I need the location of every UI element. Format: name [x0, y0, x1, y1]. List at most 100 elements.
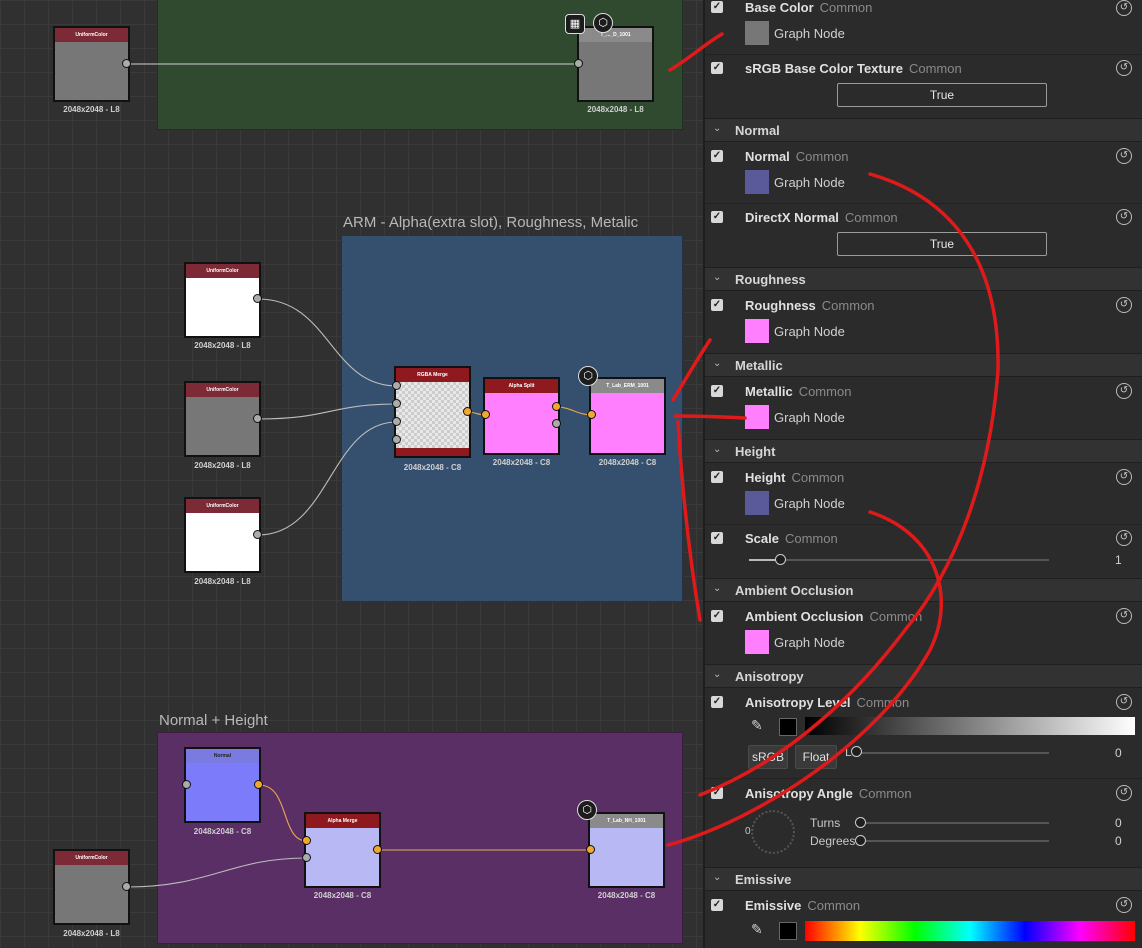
- reset-icon[interactable]: ↺: [1116, 469, 1132, 485]
- input-port-g[interactable]: [392, 399, 401, 408]
- eyedropper-icon[interactable]: ✎: [751, 921, 763, 938]
- input-port[interactable]: [481, 410, 490, 419]
- section-title: Height: [735, 444, 776, 459]
- node-uniform-color[interactable]: UniformColor: [184, 497, 261, 573]
- reset-icon[interactable]: ↺: [1116, 0, 1132, 16]
- checkbox-base-color[interactable]: ✓: [711, 1, 723, 13]
- input-port[interactable]: [182, 780, 191, 789]
- output-port[interactable]: [122, 882, 131, 891]
- reset-icon[interactable]: ↺: [1116, 608, 1132, 624]
- node-alpha-split[interactable]: Alpha Split: [483, 377, 560, 455]
- degrees-knob[interactable]: [855, 835, 866, 846]
- node-alpha-merge[interactable]: Alpha Merge: [304, 812, 381, 888]
- node-output-base-color[interactable]: T_..._D_1001: [577, 26, 654, 102]
- output-port[interactable]: [254, 780, 263, 789]
- swatch-ao[interactable]: [745, 630, 769, 654]
- turns-value[interactable]: 0: [1115, 816, 1122, 830]
- scale-slider-track[interactable]: [749, 559, 1049, 561]
- node-normal[interactable]: Normal: [184, 747, 261, 823]
- swatch-height[interactable]: [745, 491, 769, 515]
- reset-icon[interactable]: ↺: [1116, 60, 1132, 76]
- reset-icon[interactable]: ↺: [1116, 694, 1132, 710]
- section-metallic[interactable]: ⌄ Metallic: [705, 353, 1142, 377]
- output-port[interactable]: [373, 845, 382, 854]
- swatch-metallic[interactable]: [745, 405, 769, 429]
- eyedropper-icon[interactable]: ✎: [751, 717, 763, 734]
- input-port-r[interactable]: [392, 381, 401, 390]
- input-port[interactable]: [586, 845, 595, 854]
- output-port[interactable]: [253, 414, 262, 423]
- reset-icon[interactable]: ↺: [1116, 897, 1132, 913]
- checkbox-srgb[interactable]: ✓: [711, 62, 723, 74]
- input-port[interactable]: [574, 59, 583, 68]
- checkbox-ao[interactable]: ✓: [711, 610, 723, 622]
- section-ambient-occlusion[interactable]: ⌄ Ambient Occlusion: [705, 578, 1142, 602]
- output-port-alpha[interactable]: [552, 419, 561, 428]
- output-cube-icon[interactable]: ⬡: [577, 800, 597, 820]
- node-uniform-color[interactable]: UniformColor: [53, 26, 130, 102]
- turns-knob[interactable]: [855, 817, 866, 828]
- float-button[interactable]: Float: [795, 745, 837, 769]
- section-normal[interactable]: ⌄ Normal: [705, 118, 1142, 142]
- emissive-color-swatch[interactable]: [779, 922, 797, 940]
- input-port[interactable]: [587, 410, 596, 419]
- node-output-nh[interactable]: T_Lab_NH_1001: [588, 812, 665, 888]
- section-height[interactable]: ⌄ Height: [705, 439, 1142, 463]
- turns-track[interactable]: [860, 822, 1049, 824]
- output-cube-icon[interactable]: ⬡: [578, 366, 598, 386]
- input-port-b[interactable]: [392, 417, 401, 426]
- section-emissive[interactable]: ⌄ Emissive: [705, 867, 1142, 891]
- output-port[interactable]: [253, 530, 262, 539]
- angle-dial[interactable]: [751, 810, 795, 854]
- checkbox-roughness[interactable]: ✓: [711, 299, 723, 311]
- output-port-rgb[interactable]: [552, 402, 561, 411]
- node-uniform-color[interactable]: UniformColor: [53, 849, 130, 925]
- srgb-button[interactable]: sRGB: [748, 745, 788, 769]
- properties-panel[interactable]: ✓ Base Color Common ↺ Graph Node ✓ sRGB B…: [703, 0, 1142, 948]
- output-port[interactable]: [463, 407, 472, 416]
- aniso-level-value[interactable]: 0: [1115, 746, 1122, 760]
- degrees-track[interactable]: [860, 840, 1049, 842]
- input-port-alpha[interactable]: [302, 853, 311, 862]
- section-roughness[interactable]: ⌄ Roughness: [705, 267, 1142, 291]
- output-cube-icon[interactable]: ⬡: [593, 13, 613, 33]
- scale-value[interactable]: 1: [1115, 553, 1122, 567]
- reset-icon[interactable]: ↺: [1116, 148, 1132, 164]
- swatch-normal[interactable]: [745, 170, 769, 194]
- reset-icon[interactable]: ↺: [1116, 297, 1132, 313]
- output-port[interactable]: [253, 294, 262, 303]
- swatch-roughness[interactable]: [745, 319, 769, 343]
- checkbox-directx-normal[interactable]: ✓: [711, 211, 723, 223]
- checkbox-aniso-angle[interactable]: ✓: [711, 787, 723, 799]
- emissive-hue-ramp[interactable]: [805, 921, 1135, 941]
- checkbox-normal[interactable]: ✓: [711, 150, 723, 162]
- checkbox-metallic[interactable]: ✓: [711, 385, 723, 397]
- scale-slider-knob[interactable]: [775, 554, 786, 565]
- aniso-gradient-ramp[interactable]: [805, 717, 1135, 735]
- srgb-true-button[interactable]: True: [837, 83, 1047, 107]
- checkbox-aniso-level[interactable]: ✓: [711, 696, 723, 708]
- aniso-color-swatch[interactable]: [779, 718, 797, 736]
- node-uniform-color[interactable]: UniformColor: [184, 381, 261, 457]
- checkbox-height[interactable]: ✓: [711, 471, 723, 483]
- checkbox-emissive[interactable]: ✓: [711, 899, 723, 911]
- reset-icon[interactable]: ↺: [1116, 530, 1132, 546]
- directx-true-button[interactable]: True: [837, 232, 1047, 256]
- output-checker-icon[interactable]: ▦: [565, 14, 585, 34]
- reset-icon[interactable]: ↺: [1116, 785, 1132, 801]
- input-port-a[interactable]: [392, 435, 401, 444]
- reset-icon[interactable]: ↺: [1116, 209, 1132, 225]
- output-port[interactable]: [122, 59, 131, 68]
- node-rgba-merge[interactable]: RGBA Merge: [394, 366, 471, 458]
- input-port-rgb[interactable]: [302, 836, 311, 845]
- reset-icon[interactable]: ↺: [1116, 383, 1132, 399]
- aniso-level-track[interactable]: [855, 752, 1049, 754]
- section-anisotropy[interactable]: ⌄ Anisotropy: [705, 664, 1142, 688]
- swatch-base-color[interactable]: [745, 21, 769, 45]
- node-uniform-color[interactable]: UniformColor: [184, 262, 261, 338]
- node-graph-canvas[interactable]: ARM - Alpha(extra slot), Roughness, Meta…: [0, 0, 703, 948]
- checkbox-scale[interactable]: ✓: [711, 532, 723, 544]
- aniso-level-knob[interactable]: [851, 746, 862, 757]
- node-output-arm[interactable]: T_Lab_ERM_1001: [589, 377, 666, 455]
- degrees-value[interactable]: 0: [1115, 834, 1122, 848]
